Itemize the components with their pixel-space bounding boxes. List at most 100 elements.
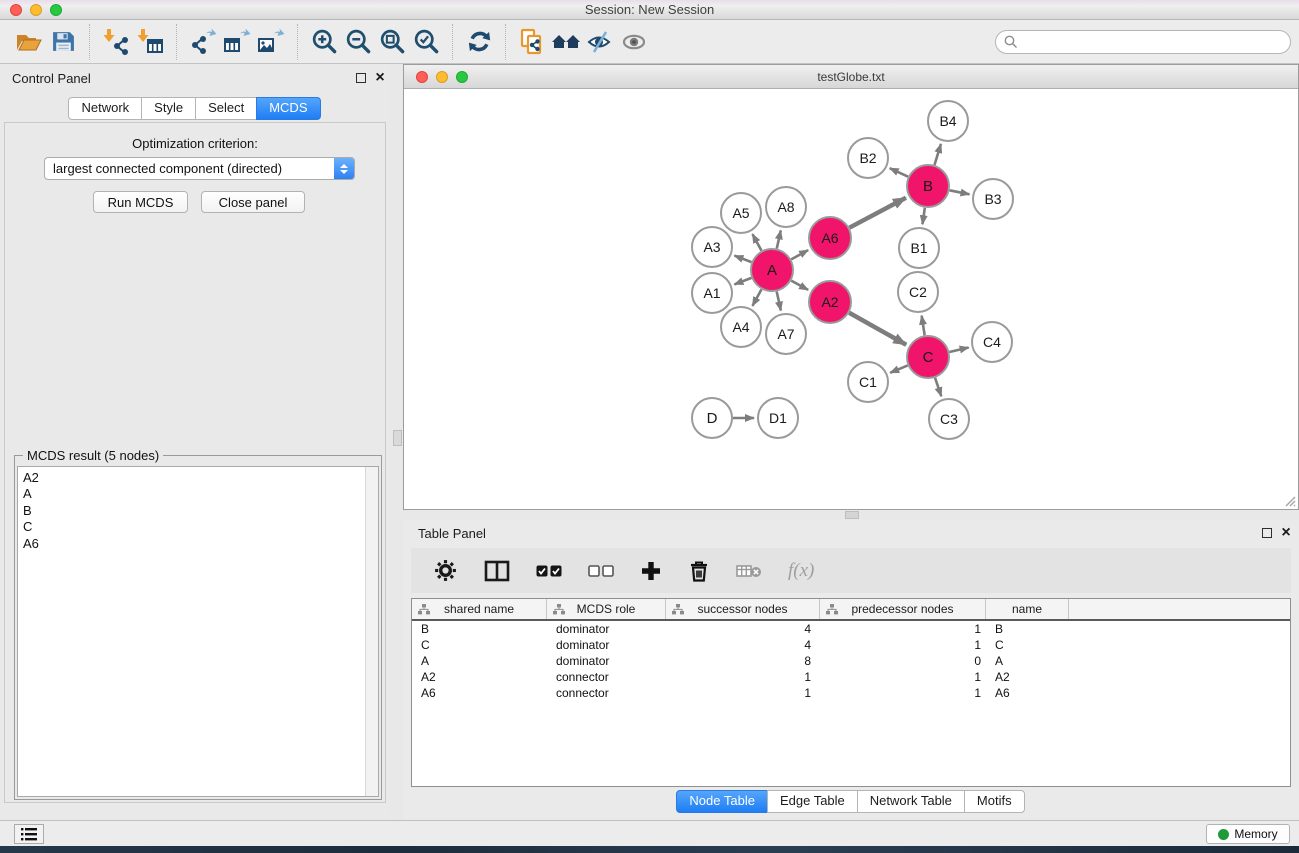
network-window-titlebar[interactable]: testGlobe.txt — [404, 65, 1298, 89]
result-item[interactable]: A6 — [23, 536, 39, 552]
edge-C-C2[interactable] — [922, 316, 925, 336]
close-traffic-light[interactable] — [416, 71, 428, 83]
task-history-button[interactable] — [14, 824, 44, 844]
edge-A-A6[interactable] — [791, 250, 808, 259]
table-row[interactable]: A6connector11A6 — [412, 685, 1290, 701]
horizontal-split-grip[interactable] — [845, 511, 859, 519]
result-item[interactable]: C — [23, 519, 39, 535]
edge-A-A3[interactable] — [734, 256, 751, 263]
minimize-traffic-light[interactable] — [30, 4, 42, 16]
add-column-button[interactable] — [640, 560, 662, 582]
duplicate-network-icon — [518, 28, 546, 56]
import-table-button[interactable] — [133, 25, 167, 59]
edge-A2-C[interactable] — [849, 313, 906, 345]
export-table-button[interactable] — [220, 25, 254, 59]
table-row[interactable]: Bdominator41B — [412, 621, 1290, 637]
column-header-predecessor-nodes[interactable]: predecessor nodes — [820, 599, 986, 619]
network-window-controls[interactable] — [416, 71, 468, 83]
export-network-button[interactable] — [186, 25, 220, 59]
tab-edge-table[interactable]: Edge Table — [767, 790, 858, 813]
search-input[interactable] — [1018, 35, 1282, 49]
edge-C-C4[interactable] — [949, 347, 968, 352]
zoom-traffic-light[interactable] — [50, 4, 62, 16]
deselect-all-checkboxes-button[interactable] — [588, 565, 614, 577]
table-row[interactable]: Cdominator41C — [412, 637, 1290, 653]
edge-A-A7[interactable] — [777, 291, 781, 310]
first-neighbors-button[interactable] — [549, 25, 583, 59]
float-table-panel-button[interactable] — [1260, 526, 1274, 540]
open-session-button[interactable] — [12, 25, 46, 59]
refresh-layout-button[interactable] — [462, 25, 496, 59]
edge-A6-B[interactable] — [849, 198, 905, 228]
memory-button[interactable]: Memory — [1206, 824, 1290, 844]
column-header-MCDS-role[interactable]: MCDS role — [547, 599, 666, 619]
table-body: Bdominator41BCdominator41CAdominator80A A… — [412, 621, 1290, 701]
table-row[interactable]: Adominator80A — [412, 653, 1290, 669]
cell: 1 — [820, 670, 986, 684]
mcds-result-list[interactable]: A2ABCA6 — [17, 466, 379, 797]
zoom-out-button[interactable] — [341, 25, 375, 59]
node-table[interactable]: shared nameMCDS rolesuccessor nodesprede… — [411, 598, 1291, 787]
table-panel-title: Table Panel — [418, 526, 486, 541]
result-item[interactable]: B — [23, 503, 39, 519]
vertical-split-grip[interactable] — [393, 430, 402, 446]
tab-network[interactable]: Network — [68, 97, 142, 120]
column-header-successor-nodes[interactable]: successor nodes — [666, 599, 820, 619]
zoom-in-button[interactable] — [307, 25, 341, 59]
tab-mcds[interactable]: MCDS — [256, 97, 320, 120]
edge-A-A2[interactable] — [791, 281, 808, 290]
duplicate-network-button[interactable] — [515, 25, 549, 59]
node-label-B2: B2 — [859, 150, 876, 166]
edge-C-C3[interactable] — [935, 378, 941, 396]
column-header-name[interactable]: name — [986, 599, 1069, 619]
show-column-button[interactable] — [484, 560, 510, 582]
edge-A-A4[interactable] — [752, 289, 761, 306]
node-label-A: A — [767, 262, 777, 279]
edge-A-A8[interactable] — [777, 230, 781, 248]
cell: connector — [547, 670, 666, 684]
tab-select[interactable]: Select — [195, 97, 257, 120]
select-all-checkboxes-button[interactable] — [536, 565, 562, 577]
window-controls[interactable] — [10, 4, 62, 16]
result-item[interactable]: A — [23, 486, 39, 502]
table-settings-button[interactable] — [433, 558, 458, 583]
edge-B-B3[interactable] — [950, 190, 970, 194]
close-panel-button[interactable]: × — [373, 71, 387, 85]
result-item[interactable]: A2 — [23, 470, 39, 486]
close-traffic-light[interactable] — [10, 4, 22, 16]
zoom-traffic-light[interactable] — [456, 71, 468, 83]
show-all-button[interactable] — [617, 25, 651, 59]
column-header-shared-name[interactable]: shared name — [412, 599, 547, 619]
close-panel-pushbutton[interactable]: Close panel — [201, 191, 305, 213]
optimization-criterion-dropdown[interactable]: largest connected component (directed) — [44, 157, 355, 180]
result-scrollbar[interactable] — [365, 467, 378, 796]
edge-B-B4[interactable] — [934, 144, 940, 165]
tab-motifs[interactable]: Motifs — [964, 790, 1025, 813]
hide-selected-button[interactable] — [583, 25, 617, 59]
delete-column-button[interactable] — [688, 559, 710, 583]
zoom-selected-button[interactable] — [409, 25, 443, 59]
table-row[interactable]: A2connector11A2 — [412, 669, 1290, 685]
edge-A-A1[interactable] — [734, 278, 751, 285]
float-panel-button[interactable] — [354, 71, 368, 85]
save-session-button[interactable] — [46, 25, 80, 59]
function-builder-button[interactable]: f(x) — [788, 560, 814, 582]
run-mcds-button[interactable]: Run MCDS — [93, 191, 188, 213]
export-image-button[interactable] — [254, 25, 288, 59]
edge-C-C1[interactable] — [890, 365, 908, 372]
export-network-icon — [189, 28, 217, 55]
tab-network-table[interactable]: Network Table — [857, 790, 965, 813]
minimize-traffic-light[interactable] — [436, 71, 448, 83]
zoom-fit-button[interactable] — [375, 25, 409, 59]
tab-node-table[interactable]: Node Table — [676, 790, 768, 813]
network-graph-canvas[interactable]: B4B2BB3A5A8A6B1A3AC2A1A2A4A7C4CC1C3DD1 — [405, 90, 1297, 509]
close-table-panel-button[interactable]: × — [1279, 526, 1293, 540]
tab-style[interactable]: Style — [141, 97, 196, 120]
edge-B-B2[interactable] — [890, 168, 908, 177]
import-network-button[interactable] — [99, 25, 133, 59]
edge-B-B1[interactable] — [922, 208, 924, 224]
search-field[interactable] — [995, 30, 1291, 54]
resize-grip-icon[interactable] — [1282, 493, 1296, 507]
delete-table-button[interactable] — [736, 563, 762, 579]
edge-A-A5[interactable] — [752, 234, 761, 251]
